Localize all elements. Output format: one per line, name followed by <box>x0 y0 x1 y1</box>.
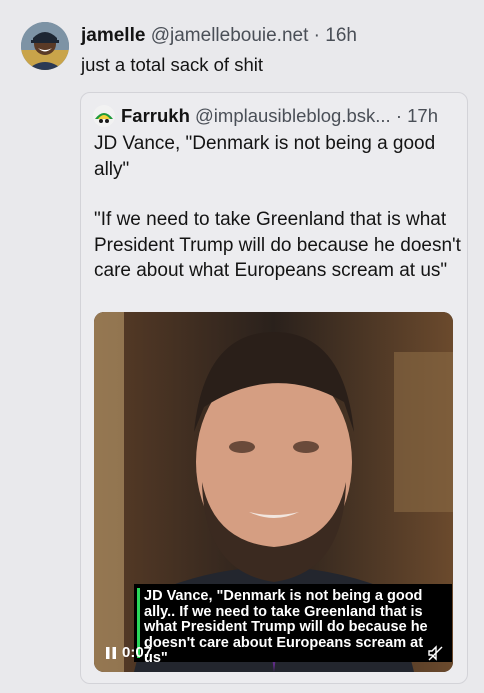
caption-line: doesn't care about Europeans scream at u… <box>144 634 424 666</box>
post-timestamp[interactable]: 16h <box>325 25 357 46</box>
quoted-header-separator: · <box>395 105 402 126</box>
caption-line: JD Vance, "Denmark is not being a good <box>144 588 423 604</box>
quoted-paragraph: JD Vance, "Denmark is not being a good a… <box>94 133 436 180</box>
post-header: jamelle @jamellebouie.net · 16h <box>81 24 357 48</box>
author-name[interactable]: jamelle <box>81 25 145 46</box>
quoted-post-header: Farrukh @implausibleblog.bsk... · 17h <box>121 104 438 128</box>
quoted-author-handle[interactable]: @implausibleblog.bsk... <box>195 105 391 126</box>
caption-line: ally.. If we need to take Greenland that… <box>144 603 423 620</box>
avatar-image <box>21 22 69 70</box>
video-caption: JD Vance, "Denmark is not being a good a… <box>134 584 452 666</box>
author-handle[interactable]: @jamellebouie.net <box>151 25 309 46</box>
author-avatar[interactable] <box>21 22 69 70</box>
post: jamelle @jamellebouie.net · 16h just a t… <box>0 0 484 693</box>
video-player[interactable]: JD Vance, "Denmark is not being a good a… <box>94 312 453 672</box>
quoted-author-avatar[interactable] <box>93 105 115 127</box>
quoted-post-timestamp[interactable]: 17h <box>407 105 438 126</box>
header-separator: · <box>313 25 320 46</box>
quoted-paragraph: "If we need to take Greenland that is wh… <box>94 209 461 281</box>
quoted-avatar-image <box>93 105 115 127</box>
quoted-author-name[interactable]: Farrukh <box>121 105 190 126</box>
quoted-post-text: JD Vance, "Denmark is not being a good a… <box>94 131 462 284</box>
video-elapsed-time: 0:07 <box>122 644 153 661</box>
caption-line: what President Trump will do because he <box>144 619 428 635</box>
quoted-post[interactable]: Farrukh @implausibleblog.bsk... · 17h JD… <box>80 92 468 684</box>
post-text: just a total sack of shit <box>81 54 264 75</box>
muted-speaker-icon[interactable] <box>427 645 443 661</box>
pause-icon[interactable] <box>104 646 118 660</box>
